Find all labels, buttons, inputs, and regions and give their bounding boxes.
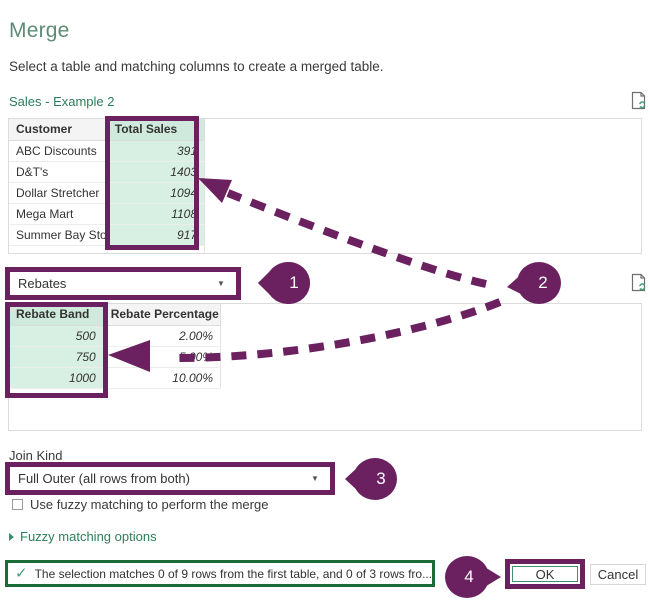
cancel-button[interactable]: Cancel: [590, 564, 646, 585]
cell-customer-empty: [9, 245, 108, 253]
cell-customer: Summer Bay Store: [9, 224, 108, 246]
first-table-header-row: Customer Total Sales: [9, 119, 206, 141]
cell-rebate-percentage: 2.00%: [103, 325, 222, 347]
callout-badge-1: 1: [258, 262, 310, 304]
table-row[interactable]: D&T's 1403: [9, 161, 206, 183]
fuzzy-matching-checkbox-row[interactable]: Use fuzzy matching to perform the merge: [12, 497, 268, 512]
chevron-down-icon[interactable]: ▼: [212, 279, 230, 288]
page-refresh-icon[interactable]: [631, 273, 647, 292]
fuzzy-matching-options-expander[interactable]: Fuzzy matching options: [9, 529, 157, 544]
first-table[interactable]: Customer Total Sales ABC Discounts 391 D…: [9, 119, 206, 253]
checkbox-icon[interactable]: [12, 499, 23, 510]
callout-badge-4: 4: [443, 556, 501, 598]
join-kind-field[interactable]: Full Outer (all rows from both) ▼: [9, 466, 331, 491]
fuzzy-matching-label: Use fuzzy matching to perform the merge: [30, 497, 269, 512]
check-icon: ✓: [15, 565, 28, 582]
column-header-total-sales[interactable]: Total Sales: [107, 119, 206, 141]
second-table-header-row: Rebate Band Rebate Percentage: [9, 304, 222, 326]
second-table-body: 500 2.00% 750 5.00% 1000 10.00%: [9, 325, 222, 389]
column-header-customer[interactable]: Customer: [9, 119, 108, 141]
table-row[interactable]: 1000 10.00%: [9, 367, 222, 389]
page-title: Merge: [9, 19, 70, 42]
merge-dialog: Merge Select a table and matching column…: [0, 0, 650, 604]
second-table-panel: Rebate Band Rebate Percentage 500 2.00% …: [8, 303, 642, 431]
page-refresh-icon[interactable]: [631, 91, 647, 110]
fuzzy-matching-options-label: Fuzzy matching options: [20, 529, 157, 544]
callout-badge-3: 3: [345, 458, 397, 500]
cell-customer: Dollar Stretcher: [9, 182, 108, 204]
cell-total-sales-empty: [107, 245, 206, 253]
column-header-rebate-percentage[interactable]: Rebate Percentage: [103, 304, 222, 326]
callout-badge-2: 2: [505, 261, 561, 304]
table-row-partial[interactable]: [9, 245, 206, 253]
dialog-subtitle: Select a table and matching columns to c…: [9, 59, 384, 74]
chevron-down-icon[interactable]: ▼: [306, 474, 324, 483]
second-table-selector[interactable]: Rebates ▼: [9, 271, 237, 296]
join-kind-label: Join Kind: [9, 448, 63, 463]
callout-badge-2-number: 2: [538, 273, 548, 292]
ok-button[interactable]: OK: [512, 566, 578, 582]
cell-rebate-band: 750: [9, 346, 104, 368]
first-table-body: ABC Discounts 391 D&T's 1403 Dollar Stre…: [9, 140, 206, 253]
column-header-rebate-band[interactable]: Rebate Band: [9, 304, 104, 326]
cell-customer: D&T's: [9, 161, 108, 183]
table-row[interactable]: 500 2.00%: [9, 325, 222, 347]
table-row[interactable]: 750 5.00%: [9, 346, 222, 368]
cell-total-sales: 1108: [107, 203, 206, 225]
status-message: The selection matches 0 of 9 rows from t…: [34, 566, 432, 581]
cell-total-sales: 917: [107, 224, 206, 246]
first-table-name: Sales - Example 2: [9, 94, 115, 109]
cell-rebate-band: 500: [9, 325, 104, 347]
cell-total-sales: 391: [107, 140, 206, 162]
callout-badge-1-number: 1: [289, 273, 299, 292]
first-table-panel: Customer Total Sales ABC Discounts 391 D…: [8, 118, 642, 254]
cell-customer: ABC Discounts: [9, 140, 108, 162]
cell-rebate-percentage: 10.00%: [103, 367, 222, 389]
second-table-selector-value: Rebates: [18, 276, 67, 291]
table-row[interactable]: Summer Bay Store 917: [9, 224, 206, 246]
second-table[interactable]: Rebate Band Rebate Percentage 500 2.00% …: [9, 304, 222, 389]
status-bar: ✓ The selection matches 0 of 9 rows from…: [5, 560, 435, 587]
callout-badge-4-number: 4: [464, 567, 474, 586]
cell-rebate-percentage: 5.00%: [103, 346, 222, 368]
cell-total-sales: 1094: [107, 182, 206, 204]
cell-customer: Mega Mart: [9, 203, 108, 225]
second-table-selector-field[interactable]: Rebates ▼: [9, 271, 237, 296]
join-kind-value: Full Outer (all rows from both): [18, 471, 190, 486]
table-row[interactable]: Mega Mart 1108: [9, 203, 206, 225]
chevron-right-icon[interactable]: [9, 532, 14, 541]
join-kind-select[interactable]: Full Outer (all rows from both) ▼: [9, 466, 331, 491]
table-row[interactable]: ABC Discounts 391: [9, 140, 206, 162]
cell-rebate-band: 1000: [9, 367, 104, 389]
callout-badge-3-number: 3: [376, 469, 386, 488]
table-row[interactable]: Dollar Stretcher 1094: [9, 182, 206, 204]
cell-total-sales: 1403: [107, 161, 206, 183]
